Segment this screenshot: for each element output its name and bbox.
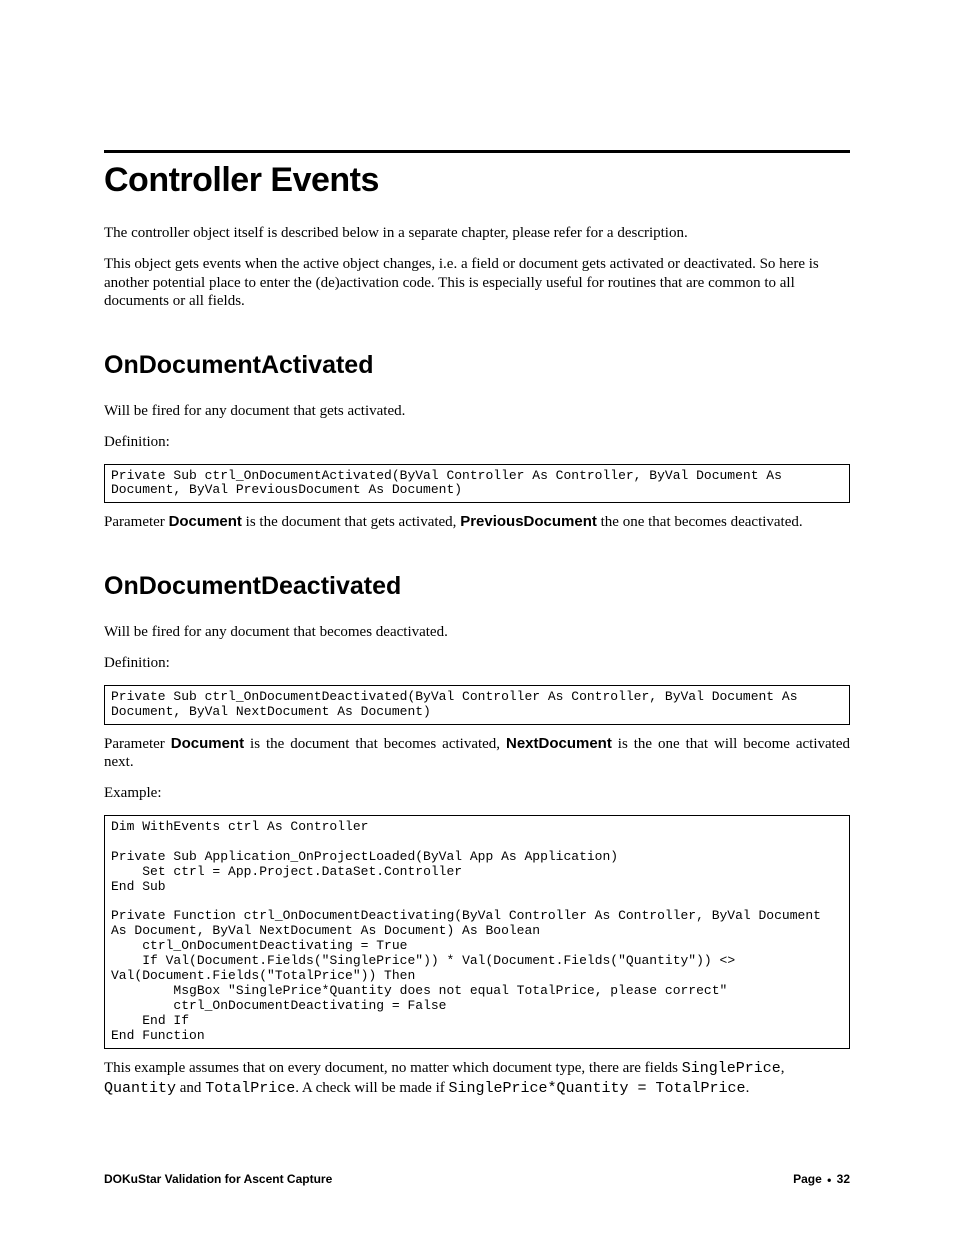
footer-page-label: Page xyxy=(793,1172,822,1186)
param-document: Document xyxy=(169,513,242,530)
s2-code-example: Dim WithEvents ctrl As Controller Privat… xyxy=(104,815,850,1049)
text-fragment: Parameter xyxy=(104,736,171,752)
page-footer: DOKuStar Validation for Ascent Capture P… xyxy=(104,1172,850,1187)
page-title: Controller Events xyxy=(104,161,850,200)
s2-parameter-text: Parameter Document is the document that … xyxy=(104,735,850,773)
text-fragment: is the document that becomes activated, xyxy=(244,736,506,752)
intro-paragraph-2: This object gets events when the active … xyxy=(104,255,850,311)
page-container: Controller Events The controller object … xyxy=(0,0,954,1235)
text-fragment: and xyxy=(176,1080,205,1096)
title-rule xyxy=(104,150,850,153)
s2-code-definition: Private Sub ctrl_OnDocumentDeactivated(B… xyxy=(104,685,850,725)
code-inline-equation: SinglePrice*Quantity = TotalPrice xyxy=(449,1080,746,1097)
section-heading-ondocumentdeactivated: OnDocumentDeactivated xyxy=(104,572,850,601)
text-fragment: This example assumes that on every docum… xyxy=(104,1060,682,1076)
text-fragment: the one that becomes deactivated. xyxy=(597,514,803,530)
text-fragment: , xyxy=(781,1060,785,1076)
param-nextdocument: NextDocument xyxy=(506,735,612,752)
footer-page: Page • 32 xyxy=(793,1172,850,1187)
footer-product: DOKuStar Validation for Ascent Capture xyxy=(104,1172,332,1186)
bullet-icon: • xyxy=(827,1173,831,1187)
param-previousdocument: PreviousDocument xyxy=(460,513,597,530)
s1-definition-label: Definition: xyxy=(104,433,850,452)
text-fragment: . A check will be made if xyxy=(295,1080,448,1096)
code-inline-singleprice: SinglePrice xyxy=(682,1060,781,1077)
footer-page-number: 32 xyxy=(837,1172,850,1186)
section-heading-ondocumentactivated: OnDocumentActivated xyxy=(104,351,850,380)
s1-parameter-text: Parameter Document is the document that … xyxy=(104,513,850,532)
text-fragment: . xyxy=(746,1080,750,1096)
s2-example-label: Example: xyxy=(104,784,850,803)
s1-description: Will be fired for any document that gets… xyxy=(104,402,850,421)
s1-code-definition: Private Sub ctrl_OnDocumentActivated(ByV… xyxy=(104,464,850,504)
text-fragment: Parameter xyxy=(104,514,169,530)
s2-description: Will be fired for any document that beco… xyxy=(104,623,850,642)
code-inline-totalprice: TotalPrice xyxy=(205,1080,295,1097)
s2-definition-label: Definition: xyxy=(104,654,850,673)
s2-explanation: This example assumes that on every docum… xyxy=(104,1059,850,1099)
text-fragment: is the document that gets activated, xyxy=(242,514,460,530)
param-document: Document xyxy=(171,735,244,752)
intro-paragraph-1: The controller object itself is describe… xyxy=(104,224,850,243)
code-inline-quantity: Quantity xyxy=(104,1080,176,1097)
